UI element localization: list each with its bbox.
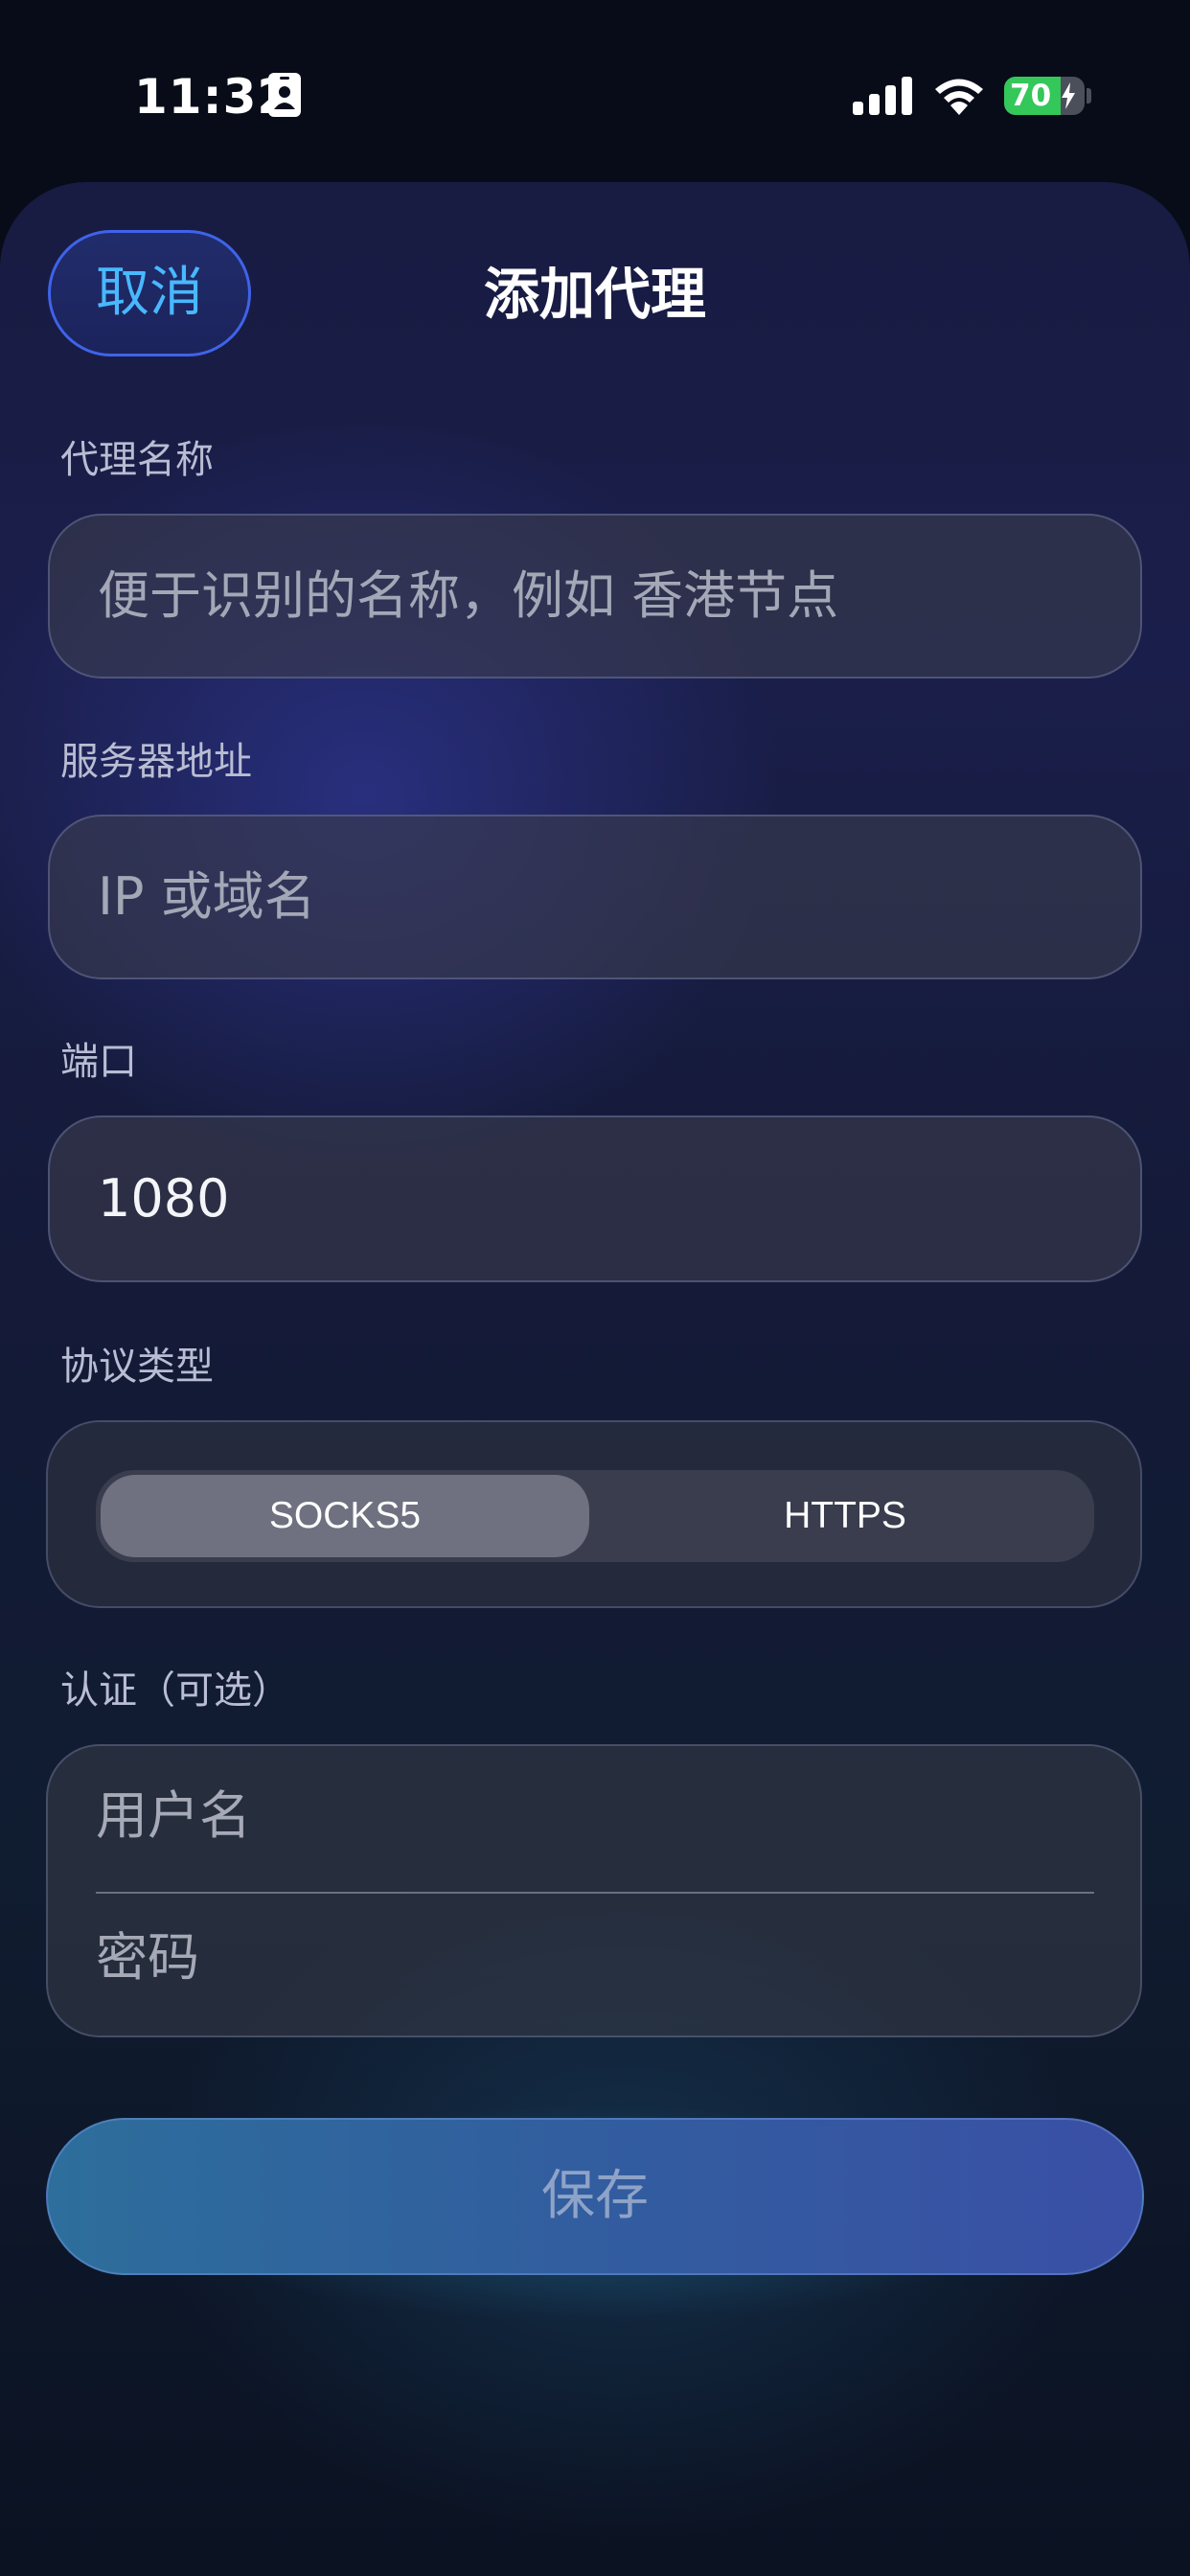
page-title: 添加代理	[483, 262, 706, 327]
battery-percent: 70	[1010, 79, 1052, 113]
battery-cap	[1087, 88, 1091, 104]
wifi-icon	[935, 79, 983, 115]
password-field[interactable]: 密码	[96, 1924, 199, 1991]
server-address-placeholder: IP 或域名	[98, 866, 316, 927]
port-field[interactable]: 1080	[48, 1116, 1142, 1282]
proxy-name-field[interactable]: 便于识别的名称，例如 香港节点	[48, 514, 1142, 678]
divider	[96, 1892, 1094, 1894]
segment-socks5[interactable]: SOCKS5	[101, 1475, 589, 1557]
proxy-name-label: 代理名称	[60, 438, 214, 482]
id-card-icon	[268, 73, 301, 117]
protocol-type-label: 协议类型	[60, 1345, 214, 1389]
cellular-signal-icon	[853, 77, 912, 115]
save-button[interactable]: 保存	[46, 2118, 1144, 2275]
username-field[interactable]: 用户名	[96, 1782, 251, 1850]
screen: 11:32 70 取消 添加代理 代理名称 便于识别的名称，例如 香港节点 服务…	[0, 0, 1190, 2576]
segment-https[interactable]: HTTPS	[601, 1475, 1089, 1557]
lightning-bolt-icon	[1062, 82, 1075, 109]
port-label: 端口	[60, 1040, 137, 1084]
server-address-label: 服务器地址	[60, 740, 252, 784]
protocol-card: SOCKS5 HTTPS	[46, 1420, 1142, 1608]
port-value: 1080	[98, 1168, 230, 1229]
cancel-button[interactable]: 取消	[48, 230, 251, 356]
battery-charging-icon: 70	[1004, 77, 1085, 115]
server-address-field[interactable]: IP 或域名	[48, 815, 1142, 979]
protocol-segmented-control: SOCKS5 HTTPS	[96, 1470, 1094, 1562]
proxy-name-placeholder: 便于识别的名称，例如 香港节点	[98, 565, 839, 626]
auth-label: 认证（可选）	[60, 1668, 290, 1713]
auth-group: 用户名 密码	[46, 1744, 1142, 2037]
